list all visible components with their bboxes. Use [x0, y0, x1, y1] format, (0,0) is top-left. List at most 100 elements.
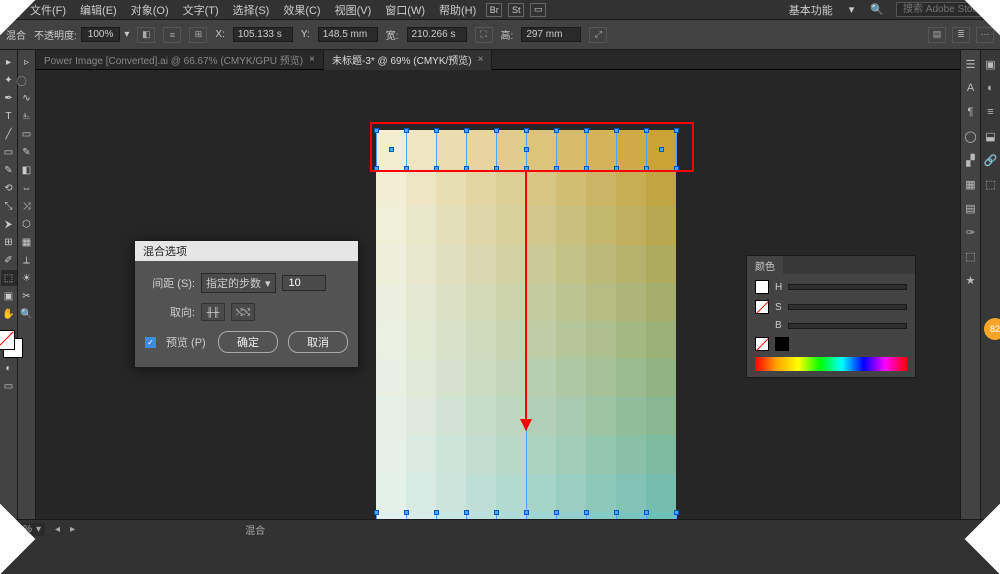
shape-icon[interactable]: ◯ — [963, 128, 979, 144]
rect-tool-2[interactable]: ▭ — [19, 126, 35, 142]
hand-tool[interactable]: ✋ — [1, 306, 17, 322]
width-tool[interactable]: ⮞ — [1, 216, 17, 232]
zoom-tool[interactable]: 🔍 — [19, 306, 35, 322]
menu-object[interactable]: 对象(O) — [127, 0, 173, 20]
rectangle-tool[interactable]: ▭ — [1, 144, 17, 160]
gradient-tool[interactable]: ▦ — [19, 234, 35, 250]
menu-effect[interactable]: 效果(C) — [279, 0, 324, 20]
layers-icon[interactable]: ▤ — [963, 200, 979, 216]
reflect-tool[interactable]: ⇔ — [19, 180, 35, 196]
bridge-icon[interactable]: Br — [486, 3, 502, 17]
h-slider[interactable] — [788, 284, 907, 290]
search-icon[interactable]: 🔍 — [866, 1, 888, 18]
stock-icon[interactable]: St — [508, 3, 524, 17]
links-icon[interactable]: 🔗 — [983, 152, 999, 168]
measure-tool[interactable]: ⟂ — [19, 252, 35, 268]
stroke-swatch[interactable] — [755, 300, 769, 314]
color-mode-icon[interactable]: ◐ — [1, 360, 17, 376]
libraries-icon[interactable]: ⬚ — [963, 248, 979, 264]
menu-type[interactable]: 文字(T) — [179, 0, 223, 20]
nav-prev-icon[interactable]: ◂ — [55, 524, 60, 535]
workspace-switcher[interactable]: 基本功能 — [785, 0, 837, 20]
chevron-down-icon[interactable]: ▾ — [124, 29, 129, 40]
canvas-area[interactable]: Power Image [Converted].ai @ 66.67% (CMY… — [36, 50, 960, 520]
link-wh-icon[interactable]: ⛶ — [475, 27, 493, 43]
lasso-tool[interactable]: ⃝ — [19, 72, 35, 88]
menu-file[interactable]: 文件(F) — [26, 0, 70, 20]
selection-tool[interactable]: ▸ — [1, 54, 17, 70]
line-tool[interactable]: ╱ — [1, 126, 17, 142]
swatches-icon[interactable]: ▦ — [963, 176, 979, 192]
opacity-value[interactable]: 100% — [81, 27, 121, 42]
x-value[interactable]: 105.133 s — [233, 27, 293, 42]
cancel-button[interactable]: 取消 — [288, 331, 348, 353]
prefs-icon[interactable]: ≣ — [952, 27, 970, 43]
paragraph-icon[interactable]: ¶ — [963, 104, 979, 120]
close-icon[interactable]: × — [478, 54, 484, 65]
brush-tool[interactable]: ✎ — [1, 162, 17, 178]
close-icon[interactable]: × — [309, 54, 315, 65]
orient-align-page[interactable]: ╫╫ — [201, 303, 225, 321]
menu-edit[interactable]: 编辑(E) — [76, 0, 121, 20]
asset-icon[interactable]: ⬓ — [983, 128, 999, 144]
style-icon[interactable]: ◧ — [137, 27, 155, 43]
magic-wand-tool[interactable]: ✦ — [1, 72, 17, 88]
black-swatch[interactable] — [775, 337, 789, 351]
transform-icon[interactable]: ⊞ — [189, 27, 207, 43]
spacing-mode-select[interactable]: 指定的步数 ▾ — [201, 273, 276, 293]
symbols-icon[interactable]: ★ — [963, 272, 979, 288]
menu-help[interactable]: 帮助(H) — [435, 0, 480, 20]
character-icon[interactable]: A — [963, 80, 979, 96]
w-value[interactable]: 210.266 s — [407, 27, 467, 42]
direct-select-tool[interactable]: ▹ — [19, 54, 35, 70]
blend-tool[interactable]: ⬚ — [1, 270, 17, 286]
b-slider[interactable] — [788, 323, 907, 329]
pencil-tool[interactable]: ✎ — [19, 144, 35, 160]
cloud-icon[interactable]: ◐ — [983, 80, 999, 96]
arrange-icon[interactable]: ▭ — [530, 3, 546, 17]
none-swatch[interactable] — [755, 337, 769, 351]
ok-button[interactable]: 确定 — [218, 331, 278, 353]
notification-badge[interactable]: 82 — [984, 318, 1000, 340]
color-panel-tab[interactable]: 颜色 — [747, 256, 783, 275]
setup-icon[interactable]: ▤ — [928, 27, 946, 43]
scale-tool[interactable]: ⤡ — [1, 198, 17, 214]
touch-type-tool[interactable]: ⎁ — [19, 108, 35, 124]
orient-align-path[interactable]: ⤭⤭ — [231, 303, 255, 321]
tab-active[interactable]: 未标题-3* @ 69% (CMYK/预览) × — [324, 50, 492, 70]
h-value[interactable]: 297 mm — [521, 27, 581, 42]
rotate-tool[interactable]: ⟲ — [1, 180, 17, 196]
spacing-value-input[interactable] — [282, 275, 326, 291]
align-icon[interactable]: ≡ — [163, 27, 181, 43]
artboard-tool[interactable]: ▣ — [1, 288, 17, 304]
free-transform-tool[interactable]: ⤨ — [19, 198, 35, 214]
nav-next-icon[interactable]: ▸ — [70, 524, 75, 535]
eraser-tool[interactable]: ◧ — [19, 162, 35, 178]
brushes-icon[interactable]: ✑ — [963, 224, 979, 240]
palette-icon[interactable]: ▣ — [983, 56, 999, 72]
menu-view[interactable]: 视图(V) — [331, 0, 376, 20]
screen-mode-icon[interactable]: ▭ — [1, 378, 17, 394]
fill-stroke-swatch[interactable] — [0, 330, 23, 358]
properties-icon[interactable]: ☰ — [963, 56, 979, 72]
preview-checkbox[interactable]: ✓ — [145, 337, 156, 348]
align-panel-icon[interactable]: ⬚ — [983, 176, 999, 192]
mesh-tool[interactable]: ⊞ — [1, 234, 17, 250]
s-slider[interactable] — [788, 304, 907, 310]
panel-menu-icon[interactable]: ⋯ — [976, 27, 994, 43]
pen-tool[interactable]: ✒ — [1, 90, 17, 106]
graph-icon[interactable]: ▞ — [963, 152, 979, 168]
chevron-down-icon[interactable]: ▾ — [845, 1, 859, 18]
fill-swatch[interactable] — [755, 280, 769, 294]
dialog-title[interactable]: 混合选项 — [135, 241, 358, 261]
type-tool[interactable]: T — [1, 108, 17, 124]
slice-tool[interactable]: ✂ — [19, 288, 35, 304]
menu-select[interactable]: 选择(S) — [229, 0, 274, 20]
y-value[interactable]: 148.5 mm — [318, 27, 378, 42]
spectrum-strip[interactable] — [755, 357, 907, 371]
menu-window[interactable]: 窗口(W) — [381, 0, 429, 20]
constrain-icon[interactable]: ⤢ — [589, 27, 607, 43]
tab-inactive[interactable]: Power Image [Converted].ai @ 66.67% (CMY… — [36, 50, 324, 70]
curvature-tool[interactable]: ∿ — [19, 90, 35, 106]
shape-builder-tool[interactable]: ⬡ — [19, 216, 35, 232]
